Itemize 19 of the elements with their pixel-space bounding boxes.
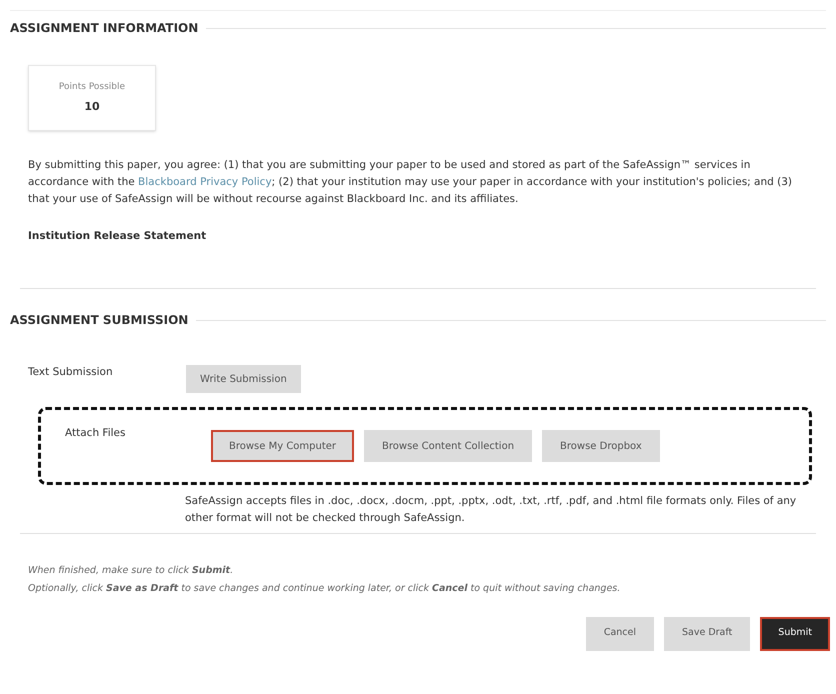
footer-button[interactable]: Cancel (586, 616, 654, 650)
footer-button[interactable]: Save Draft (664, 616, 750, 650)
browse-button[interactable]: Browse Dropbox (542, 430, 660, 462)
field-label: Text Submission (28, 365, 114, 380)
agreement-text: By submitting this paper, you agree: (1) that you are submitting your paper to be used and stored as part of the SafeAssign™ services in accordance with the Blackboard Privacy Policy; (2) that your institution may use your paper in accordance with your institution's policies; and (3) that your use of SafeAssign will be without recourse against Blackboard Inc. and its affiliates. (28, 158, 794, 207)
instruction-text: Optionally, click Save as Draft to save changes and continue working later, or click Cancel to quit without saving changes. (28, 582, 622, 596)
points-value: 10 (84, 98, 100, 114)
points-label: Points Possible (58, 81, 126, 94)
privacy-policy-link[interactable]: Blackboard Privacy Policy (138, 176, 272, 188)
section-heading: ASSIGNMENT SUBMISSION (10, 312, 188, 329)
section-heading: ASSIGNMENT INFORMATION (10, 20, 198, 37)
browse-button[interactable]: Browse My Computer (211, 430, 354, 462)
submit-button[interactable]: Submit (760, 616, 830, 650)
field-label: Attach Files (65, 426, 126, 442)
browse-button[interactable]: Write Submission (186, 365, 301, 393)
instruction-text: When finished, make sure to click Submit. (28, 564, 234, 578)
browse-button[interactable]: Browse Content Collection (364, 430, 532, 462)
formats-note: SafeAssign accepts files in .doc, .docx, .docm, .ppt, .pptx, .odt, .txt, .rtf, .pdf, and .html file formats only. Files of any other format will not be checked through SafeAssign. (185, 494, 798, 526)
release-statement: Institution Release Statement (28, 230, 206, 242)
